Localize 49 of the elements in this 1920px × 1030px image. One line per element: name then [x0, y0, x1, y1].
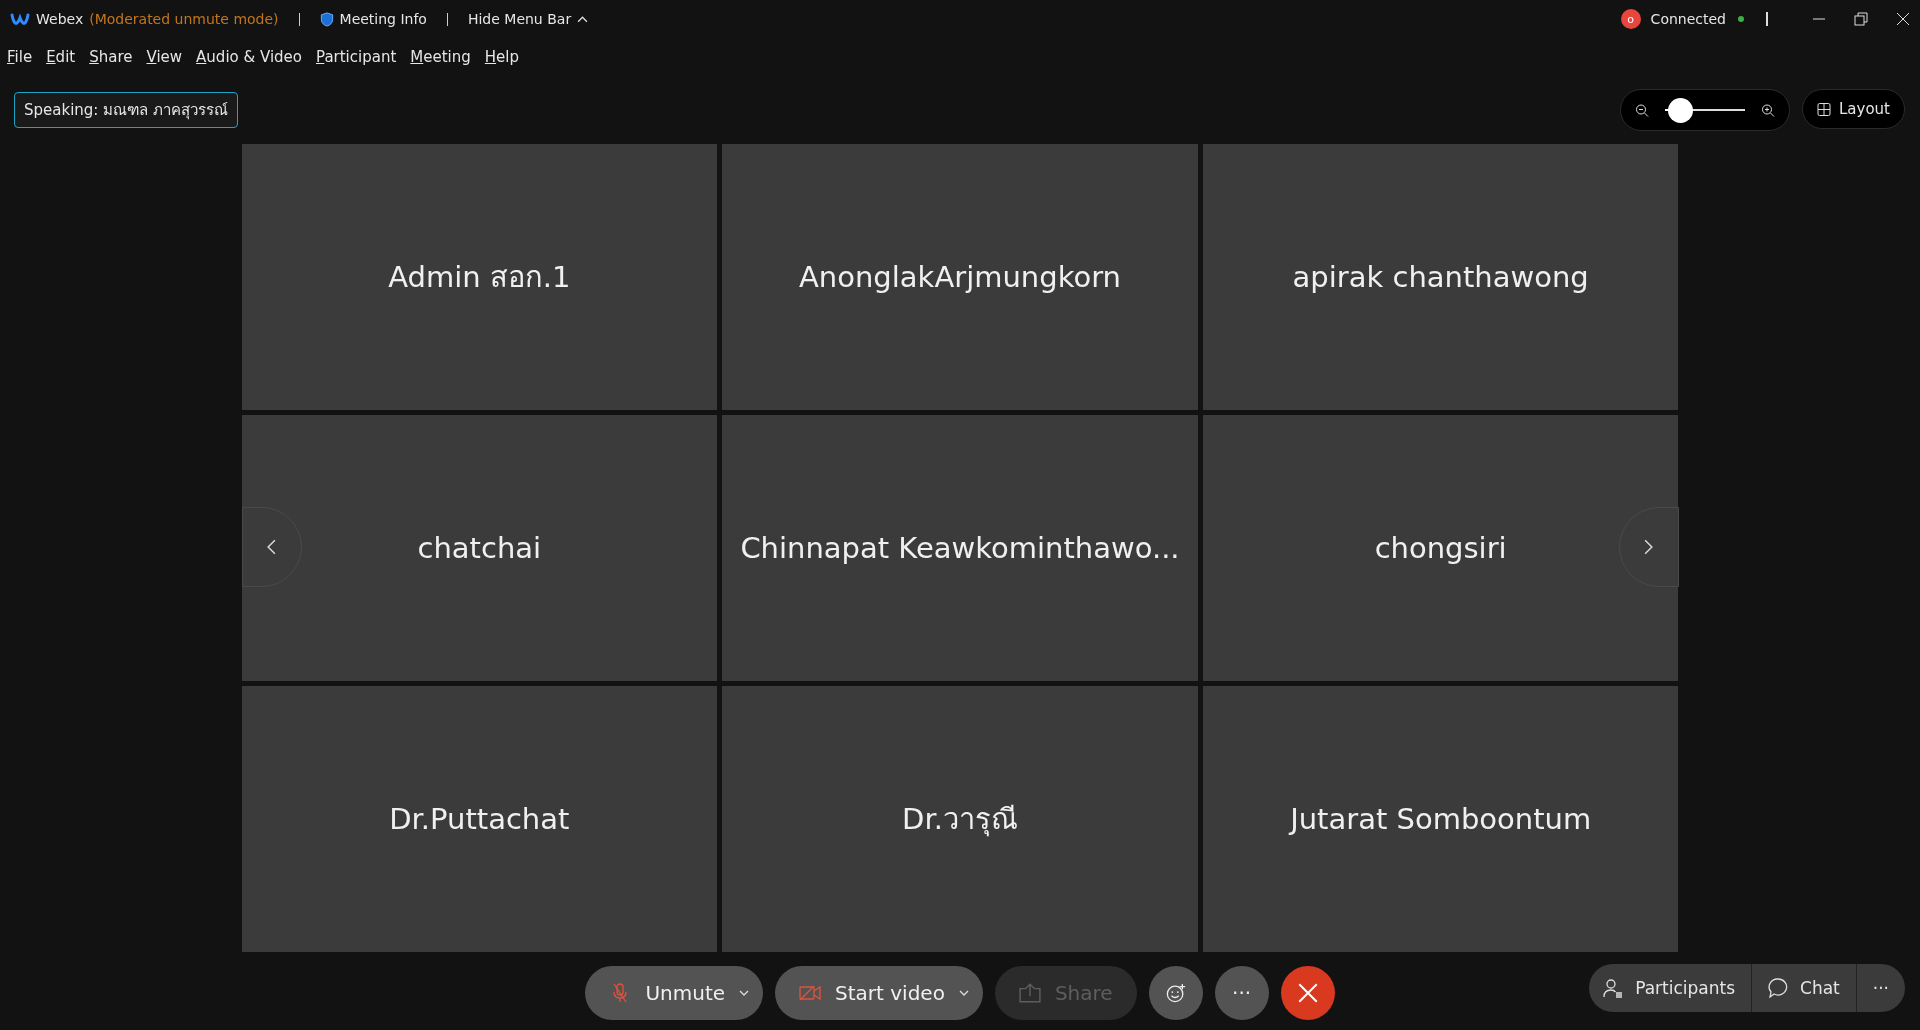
person-list-icon — [1603, 978, 1624, 998]
close-icon[interactable] — [1896, 12, 1910, 26]
speech-bubble-icon — [1768, 978, 1789, 998]
more-panels-button[interactable]: ··· — [1855, 964, 1905, 1012]
zoom-in-icon[interactable] — [1761, 102, 1775, 118]
participant-name: apirak chanthawong — [1292, 260, 1589, 294]
participant-name: AnonglakArjmungkorn — [799, 260, 1121, 294]
more-options-button[interactable]: ··· — [1214, 965, 1269, 1020]
close-icon — [1296, 982, 1319, 1003]
chevron-right-icon — [1644, 539, 1653, 555]
unmute-button[interactable]: Unmute — [585, 965, 764, 1020]
hide-menu-bar-button[interactable]: Hide Menu Bar — [467, 11, 589, 27]
caret-icon[interactable] — [958, 989, 969, 996]
participant-name: chongsiri — [1374, 531, 1507, 565]
menu-item[interactable]: Help — [484, 48, 519, 66]
participant-name: Admin สอก.1 — [388, 259, 571, 296]
speaking-indicator: Speaking: มณฑล ภาคสุวรรณ์ — [14, 92, 238, 128]
menu-item[interactable]: View — [146, 48, 183, 66]
menu-item[interactable]: Participant — [316, 48, 397, 66]
start-video-button[interactable]: Start video — [775, 965, 983, 1020]
participant-name: chatchai — [417, 531, 542, 565]
participant-name: Dr.Puttachat — [389, 802, 570, 836]
caret-icon[interactable] — [739, 989, 750, 996]
chevron-left-icon — [267, 539, 276, 555]
share-icon — [1018, 982, 1041, 1003]
meeting-info-button[interactable]: Meeting Info — [319, 11, 427, 27]
menu-item[interactable]: File — [7, 48, 33, 66]
participant-name: Chinnapat Keawkominthawo... — [740, 531, 1180, 565]
smiley-icon — [1164, 982, 1187, 1003]
chevron-up-icon — [577, 15, 589, 23]
app-name: Webex — [36, 11, 84, 27]
menu-item[interactable]: Share — [89, 48, 133, 66]
menu-item[interactable]: Edit — [46, 48, 76, 66]
grid-icon — [1817, 101, 1831, 117]
menu-item[interactable]: Meeting — [410, 48, 471, 66]
restore-icon[interactable] — [1854, 12, 1868, 26]
slider-thumb[interactable] — [1667, 97, 1693, 123]
shield-icon — [319, 11, 334, 27]
chat-button[interactable]: Chat — [1751, 964, 1856, 1012]
recording-badge: o — [1620, 9, 1641, 29]
connection-status: Connected — [1650, 11, 1726, 27]
participant-name: Dr.วารุณี — [902, 801, 1018, 839]
participants-button[interactable]: Participants — [1589, 964, 1752, 1012]
zoom-out-icon[interactable] — [1635, 102, 1649, 118]
mode-label: (Moderated unmute mode) — [89, 11, 279, 27]
menu-item[interactable]: Audio & Video — [196, 48, 302, 66]
layout-button[interactable]: Layout — [1802, 89, 1905, 129]
webex-logo-icon — [10, 12, 30, 26]
participant-name: Jutarat Somboontum — [1290, 802, 1592, 836]
